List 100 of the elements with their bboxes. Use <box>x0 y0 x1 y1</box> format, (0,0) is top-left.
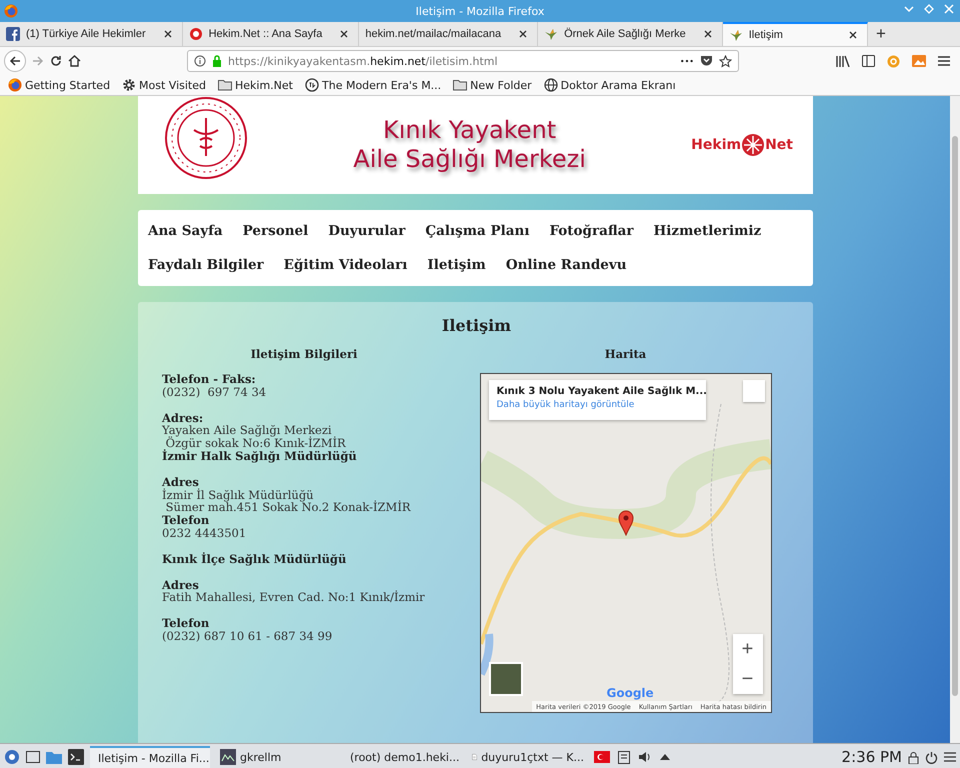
address-field[interactable]: https://kinikyayakentasm.hekim.net/iletisim.html ••• <box>187 50 739 72</box>
library-icon[interactable] <box>836 55 850 67</box>
satellite-thumbnail[interactable] <box>488 662 522 696</box>
nav-link[interactable]: Eğitim Videoları <box>284 253 408 277</box>
contact-text: (0232) 687 10 61 - 687 34 99 <box>162 630 334 643</box>
picture-icon[interactable] <box>912 55 926 67</box>
menu-icon[interactable] <box>944 752 956 762</box>
desktop-icon[interactable] <box>26 751 40 763</box>
nav-link[interactable]: Çalışma Planı <box>425 219 530 243</box>
globe-icon <box>544 78 558 92</box>
ring-icon <box>188 27 203 41</box>
map-logo: Google <box>606 686 654 700</box>
taskbar-window[interactable]: duyuru1çtxt — K... <box>468 746 588 768</box>
menu-icon[interactable] <box>938 56 950 66</box>
back-button[interactable] <box>4 50 26 72</box>
contact-text: Fatih Mahallesi, Evren Cad. No:1 Kınık/İzmir <box>162 591 426 604</box>
clipboard-icon[interactable] <box>618 750 630 764</box>
close-icon[interactable] <box>519 30 528 38</box>
nav-link[interactable]: Iletişim <box>427 253 486 277</box>
pocket-icon[interactable] <box>700 55 713 67</box>
partner-logo[interactable]: Hekim Net <box>691 133 793 157</box>
contact-label: Telefon - Faks: <box>162 373 257 386</box>
volume-icon[interactable] <box>638 751 652 763</box>
contact-label: Adres <box>162 476 199 489</box>
circle-logo-icon <box>305 78 319 92</box>
star-icon[interactable] <box>719 54 732 68</box>
contact-label: Telefon <box>162 617 210 630</box>
home-icon[interactable] <box>68 55 81 67</box>
new-tab-button[interactable]: + <box>868 22 894 46</box>
bookmark-item[interactable]: Doktor Arama Ekranı <box>544 78 676 92</box>
caret-up-icon[interactable] <box>660 754 670 760</box>
arrow-left-icon <box>9 55 21 67</box>
contact-label: Adres: <box>162 412 204 424</box>
folder-icon <box>218 79 232 91</box>
scrollbar[interactable] <box>950 96 960 743</box>
sidebar-icon[interactable] <box>862 55 875 67</box>
nav-link[interactable]: Fotoğraflar <box>549 219 634 243</box>
url-text: https://kinikyayakentasm.hekim.net/iletisim.html <box>228 54 499 68</box>
minimize-icon[interactable] <box>904 4 914 14</box>
app-icon <box>220 749 236 765</box>
zoom-out-button[interactable]: − <box>732 664 762 694</box>
contact-label: Telefon <box>162 514 210 527</box>
facebook-icon <box>6 27 20 41</box>
contact-text: Sümer mah.451 Sokak No.2 Konak-İZMİR <box>164 501 412 514</box>
clock: 2:36 PM <box>842 748 902 766</box>
terminal-icon <box>68 749 84 765</box>
section-heading: Harita <box>604 347 646 361</box>
info-icon <box>194 55 206 67</box>
browser-tab[interactable]: hekim.net/mailac/mailacana <box>359 22 538 46</box>
window-title: Iletişim - Mozilla Firefox <box>416 4 544 18</box>
folder-icon[interactable] <box>46 750 62 764</box>
browser-tab[interactable]: Iletişim <box>722 22 868 46</box>
nav-link[interactable]: Faydalı Bilgiler <box>148 253 264 277</box>
contact-text: 0232 4443501 <box>162 526 248 540</box>
site-title: Kınık Yayakent <box>382 116 558 145</box>
bookmark-item[interactable]: Hekim.Net <box>218 78 293 92</box>
ministry-seal-icon <box>164 96 248 180</box>
bookmark-item[interactable]: Most Visited <box>122 78 206 92</box>
maximize-icon[interactable] <box>924 4 934 14</box>
bird-icon <box>544 27 558 41</box>
taskbar-window[interactable]: Iletişim - Mozilla Fi... <box>90 746 210 768</box>
bookmark-item[interactable]: Getting Started <box>8 78 110 92</box>
close-icon[interactable] <box>848 31 857 39</box>
place-title: Kınık 3 Nolu Yayakent Aile Sağlık M... <box>496 386 707 397</box>
contact-text: İzmir İl Sağlık Müdürlüğü <box>162 488 315 502</box>
taskbar-window[interactable]: gkrellm <box>216 746 336 768</box>
larger-map-link[interactable]: Daha büyük haritayı görüntüle <box>496 400 698 410</box>
browser-tab[interactable]: Hekim.Net :: Ana Sayfa <box>182 22 360 46</box>
firefox-icon <box>4 4 18 18</box>
section-heading: Iletişim Bilgileri <box>250 347 358 361</box>
power-icon[interactable] <box>925 750 938 764</box>
nav-link[interactable]: Personel <box>242 219 308 243</box>
start-menu-icon[interactable] <box>4 749 20 765</box>
site-title: Aile Sağlığı Merkezi <box>352 145 587 174</box>
folder-icon <box>453 79 468 91</box>
close-icon[interactable] <box>340 30 348 38</box>
firefox-icon <box>8 78 22 92</box>
nav-link[interactable]: Duyurular <box>328 219 406 243</box>
contact-text: (0232) 697 74 34 <box>162 386 268 399</box>
lock-icon[interactable] <box>908 750 919 764</box>
nav-link[interactable]: Ana Sayfa <box>148 219 223 243</box>
contact-label: İzmir Halk Sağlığı Müdürlüğü <box>162 450 358 463</box>
taskbar-window[interactable]: (root) demo1.heki... <box>342 746 462 768</box>
zoom-in-button[interactable]: + <box>732 634 762 664</box>
close-icon[interactable] <box>704 30 712 38</box>
contact-label: Kınık İlçe Sağlık Müdürlüğü <box>162 552 348 566</box>
contact-text: Yayaken Aile Sağlığı Merkezi <box>162 424 332 438</box>
nav-link[interactable]: Hizmetlerimiz <box>654 219 762 243</box>
bookmark-item[interactable]: New Folder <box>453 78 532 92</box>
nav-link[interactable]: Online Randevu <box>506 253 627 277</box>
page-heading: Iletişim <box>440 316 512 335</box>
flag-icon[interactable] <box>594 751 610 763</box>
reload-icon[interactable] <box>50 55 62 67</box>
lock-icon <box>212 55 222 67</box>
bird-icon <box>728 28 743 42</box>
close-icon[interactable] <box>164 30 172 38</box>
more-button[interactable]: ••• <box>680 56 694 66</box>
map-marker-icon <box>618 510 634 536</box>
bookmark-item[interactable]: The Modern Era's M... <box>305 78 442 92</box>
browser-tab[interactable]: (1) Türkiye Aile Hekimler <box>0 22 183 46</box>
